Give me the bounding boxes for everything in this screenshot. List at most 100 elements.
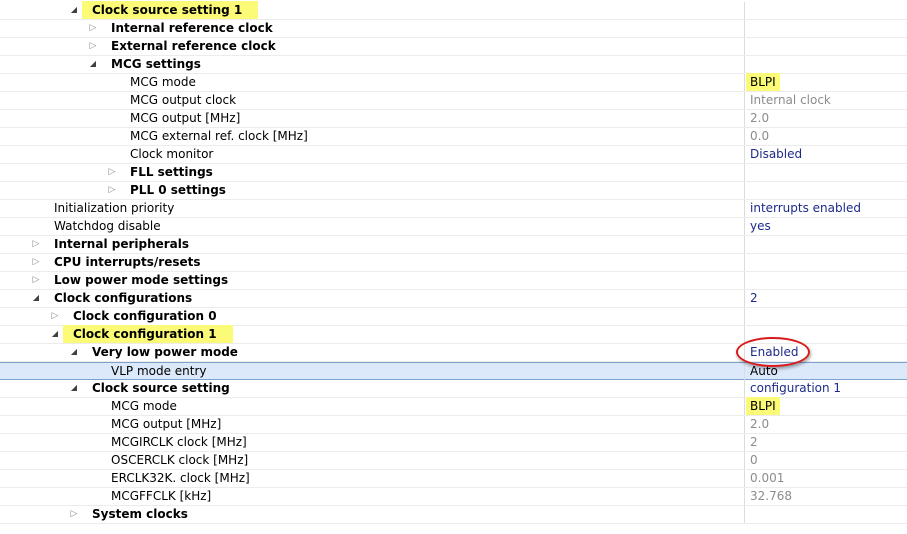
property-value[interactable]: BLPI — [746, 73, 780, 91]
property-name-cell[interactable]: ▷ Clock configuration 0 — [0, 308, 744, 325]
tree-row-mcg-mode[interactable]: MCG mode BLPI — [0, 73, 907, 92]
property-value-cell[interactable]: 0.001 — [744, 470, 907, 487]
expanded-arrow-icon[interactable]: ◢ — [68, 382, 80, 394]
tree-row-low-power-mode-settings[interactable]: ▷ Low power mode settings — [0, 272, 907, 290]
tree-row-mcgffclk-khz[interactable]: MCGFFCLK [kHz] 32.768 — [0, 488, 907, 506]
property-name-cell[interactable]: MCG output [MHz] — [0, 416, 744, 433]
property-name-cell[interactable]: ◢ Clock configuration 1 — [0, 325, 744, 343]
property-value-cell[interactable]: 0.0 — [744, 128, 907, 145]
tree-row-internal-peripherals[interactable]: ▷ Internal peripherals — [0, 236, 907, 254]
property-value[interactable]: 2.0 — [750, 417, 769, 432]
property-name-cell[interactable]: ◢ Clock configurations — [0, 290, 744, 307]
collapsed-arrow-icon[interactable]: ▷ — [106, 184, 118, 196]
collapsed-arrow-icon[interactable]: ▷ — [87, 40, 99, 52]
tree-row-fll-settings[interactable]: ▷ FLL settings — [0, 164, 907, 182]
tree-row-clock-configuration-1[interactable]: ◢ Clock configuration 1 — [0, 325, 907, 344]
collapsed-arrow-icon[interactable]: ▷ — [106, 166, 118, 178]
property-value[interactable]: interrupts enabled — [750, 201, 861, 216]
expanded-arrow-icon[interactable]: ◢ — [87, 58, 99, 70]
property-value-cell[interactable] — [744, 182, 907, 199]
property-name-cell[interactable]: Watchdog disable — [0, 218, 744, 235]
expanded-arrow-icon[interactable]: ◢ — [68, 346, 80, 358]
property-name-cell[interactable]: ◢ MCG settings — [0, 56, 744, 73]
property-value-cell[interactable] — [744, 236, 907, 253]
tree-row-mcg-settings[interactable]: ◢ MCG settings — [0, 56, 907, 74]
property-value[interactable]: 2.0 — [750, 111, 769, 126]
property-name-cell[interactable]: MCGIRCLK clock [MHz] — [0, 434, 744, 451]
tree-row-mcg-mode[interactable]: MCG mode BLPI — [0, 397, 907, 416]
property-name-cell[interactable]: ▷ Internal reference clock — [0, 20, 744, 37]
property-name-cell[interactable]: ▷ FLL settings — [0, 164, 744, 181]
property-value-cell[interactable] — [744, 254, 907, 271]
collapsed-arrow-icon[interactable]: ▷ — [68, 508, 80, 520]
property-name-cell[interactable]: ▷ PLL 0 settings — [0, 182, 744, 199]
tree-row-pll-0-settings[interactable]: ▷ PLL 0 settings — [0, 182, 907, 200]
property-value-cell[interactable]: yes — [744, 218, 907, 235]
property-value[interactable]: Enabled — [750, 345, 799, 360]
property-value-cell[interactable]: BLPI — [744, 397, 907, 415]
tree-row-oscerclk-clock-mhz[interactable]: OSCERCLK clock [MHz] 0 — [0, 452, 907, 470]
property-name-cell[interactable]: Initialization priority — [0, 200, 744, 217]
tree-row-clock-source-setting[interactable]: ◢ Clock source setting configuration 1 — [0, 380, 907, 398]
property-value[interactable]: 0.0 — [750, 129, 769, 144]
expanded-arrow-icon[interactable]: ◢ — [49, 328, 61, 340]
property-value[interactable]: 2 — [750, 435, 758, 450]
property-name-cell[interactable]: ▷ Low power mode settings — [0, 272, 744, 289]
tree-row-system-clocks[interactable]: ▷ System clocks — [0, 506, 907, 524]
property-value-cell[interactable]: 2.0 — [744, 416, 907, 433]
tree-row-clock-monitor[interactable]: Clock monitor Disabled — [0, 146, 907, 164]
property-value-cell[interactable]: 2 — [744, 290, 907, 307]
property-name-cell[interactable]: ▷ External reference clock — [0, 38, 744, 55]
property-value-cell[interactable]: Disabled — [744, 146, 907, 163]
tree-row-mcg-output-clock[interactable]: MCG output clock Internal clock — [0, 92, 907, 110]
property-value-cell[interactable]: 0 — [744, 452, 907, 469]
property-value[interactable]: 2 — [750, 291, 758, 306]
tree-row-watchdog-disable[interactable]: Watchdog disable yes — [0, 218, 907, 236]
property-value-cell[interactable]: Enabled — [744, 344, 907, 361]
tree-row-vlp-mode-entry[interactable]: VLP mode entry Auto — [0, 362, 907, 380]
property-value[interactable]: yes — [750, 219, 771, 234]
tree-row-initialization-priority[interactable]: Initialization priority interrupts enable… — [0, 200, 907, 218]
property-value-cell[interactable]: Auto — [744, 363, 907, 380]
property-value[interactable]: 0 — [750, 453, 758, 468]
property-value-cell[interactable]: BLPI — [744, 73, 907, 91]
tree-row-internal-reference-clock[interactable]: ▷ Internal reference clock — [0, 20, 907, 38]
property-value[interactable]: 32.768 — [750, 489, 792, 504]
property-value-cell[interactable] — [744, 164, 907, 181]
property-name-cell[interactable]: ◢ Clock source setting 1 — [0, 1, 744, 19]
property-name-cell[interactable]: ◢ Clock source setting — [0, 380, 744, 397]
tree-row-clock-source-setting-1[interactable]: ◢ Clock source setting 1 — [0, 1, 907, 20]
property-value[interactable]: 0.001 — [750, 471, 784, 486]
property-value-cell[interactable]: interrupts enabled — [744, 200, 907, 217]
tree-row-mcg-output-mhz[interactable]: MCG output [MHz] 2.0 — [0, 416, 907, 434]
tree-row-mcg-external-ref-clock-mhz[interactable]: MCG external ref. clock [MHz] 0.0 — [0, 128, 907, 146]
property-value-cell[interactable] — [744, 2, 907, 19]
property-name-cell[interactable]: MCG external ref. clock [MHz] — [0, 128, 744, 145]
collapsed-arrow-icon[interactable]: ▷ — [30, 274, 42, 286]
property-name-cell[interactable]: MCG mode — [0, 398, 744, 415]
tree-row-mcgirclk-clock-mhz[interactable]: MCGIRCLK clock [MHz] 2 — [0, 434, 907, 452]
property-value-cell[interactable] — [744, 38, 907, 55]
property-value-cell[interactable] — [744, 308, 907, 325]
tree-row-cpu-interrupts-resets[interactable]: ▷ CPU interrupts/resets — [0, 254, 907, 272]
property-value-cell[interactable]: 2.0 — [744, 110, 907, 127]
property-value-cell[interactable] — [744, 56, 907, 73]
property-name-cell[interactable]: OSCERCLK clock [MHz] — [0, 452, 744, 469]
expanded-arrow-icon[interactable]: ◢ — [30, 292, 42, 304]
tree-row-erclk32k-clock-mhz[interactable]: ERCLK32K. clock [MHz] 0.001 — [0, 470, 907, 488]
property-value[interactable]: Internal clock — [750, 93, 831, 108]
property-value-cell[interactable] — [744, 20, 907, 37]
property-value-cell[interactable] — [744, 326, 907, 343]
property-name-cell[interactable]: MCG output clock — [0, 92, 744, 109]
expanded-arrow-icon[interactable]: ◢ — [68, 4, 80, 16]
property-name-cell[interactable]: Clock monitor — [0, 146, 744, 163]
property-name-cell[interactable]: MCG output [MHz] — [0, 110, 744, 127]
property-value[interactable]: configuration 1 — [750, 381, 841, 396]
tree-row-mcg-output-mhz[interactable]: MCG output [MHz] 2.0 — [0, 110, 907, 128]
tree-row-external-reference-clock[interactable]: ▷ External reference clock — [0, 38, 907, 56]
property-name-cell[interactable]: ERCLK32K. clock [MHz] — [0, 470, 744, 487]
property-value-cell[interactable] — [744, 506, 907, 523]
property-value-cell[interactable]: Internal clock — [744, 92, 907, 109]
tree-row-very-low-power-mode[interactable]: ◢ Very low power mode Enabled — [0, 344, 907, 362]
property-name-cell[interactable]: VLP mode entry — [0, 363, 744, 380]
